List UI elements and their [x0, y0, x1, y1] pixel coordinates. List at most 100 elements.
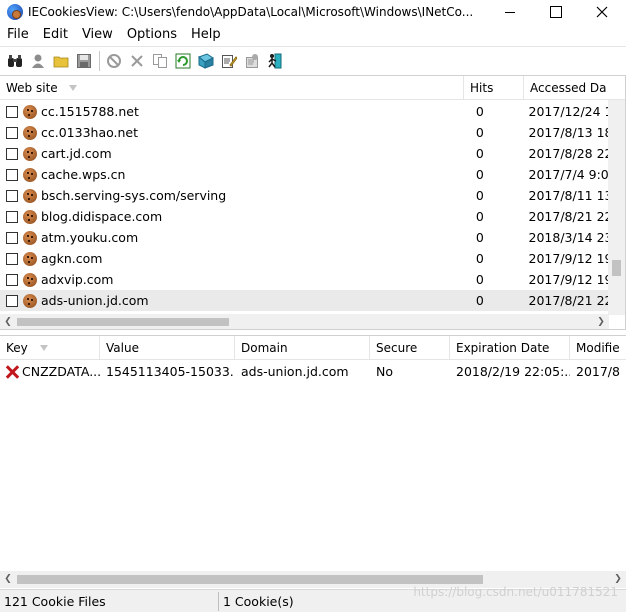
open-folder-button[interactable]	[50, 50, 72, 72]
row-checkbox[interactable]	[6, 231, 18, 244]
table-row[interactable]: cc.1515788.net 0 2017/12/24 1	[0, 101, 625, 122]
save-button[interactable]	[73, 50, 95, 72]
cookie-icon	[23, 125, 37, 140]
table-row[interactable]: cart.jd.com 0 2017/8/28 22	[0, 143, 625, 164]
cell-key: CNZZDATA...	[22, 364, 100, 379]
row-checkbox[interactable]	[6, 210, 18, 223]
table-row[interactable]: adxvip.com 0 2017/9/12 19	[0, 269, 625, 290]
exit-button[interactable]	[264, 50, 286, 72]
scroll-right-icon[interactable]: ❯	[593, 314, 609, 329]
cookie-icon	[23, 188, 37, 203]
column-header-label: Web site	[6, 81, 58, 95]
scrollbar-thumb[interactable]	[612, 260, 621, 276]
column-header-value[interactable]: Value	[100, 336, 235, 360]
cell-website: cart.jd.com	[41, 146, 112, 161]
cookie-details-list[interactable]: Key Value Domain Secure Expiration Date …	[0, 335, 626, 588]
cookie-icon	[23, 251, 37, 266]
menu-edit[interactable]: Edit	[36, 24, 75, 46]
table-row[interactable]: agkn.com 0 2017/9/12 19	[0, 248, 625, 269]
cell-website: ads-union.jd.com	[41, 293, 149, 308]
scroll-left-icon[interactable]: ❮	[0, 314, 16, 329]
cookie-icon	[23, 272, 37, 287]
menu-view[interactable]: View	[75, 24, 120, 46]
exit-icon	[268, 53, 282, 68]
block-icon	[107, 53, 121, 68]
column-header-hits[interactable]: Hits	[464, 76, 524, 100]
status-cookie-count: 121 Cookie Files	[0, 591, 219, 611]
table-row[interactable]: bsch.serving-sys.com/serving 0 2017/8/11…	[0, 185, 625, 206]
table-row-selected[interactable]: ads-union.jd.com 0 2017/8/21 22	[0, 290, 625, 311]
cell-website: agkn.com	[41, 251, 103, 266]
cell-domain: ads-union.jd.com	[241, 364, 349, 379]
minimize-button[interactable]	[487, 0, 533, 24]
row-checkbox[interactable]	[6, 168, 18, 181]
scroll-left-icon[interactable]: ❮	[0, 571, 16, 587]
column-header-label: Key	[6, 341, 28, 355]
column-header-accessed[interactable]: Accessed Da	[524, 76, 624, 100]
block-button[interactable]	[103, 50, 125, 72]
scrollbar-thumb[interactable]	[17, 575, 483, 584]
sort-indicator-icon	[67, 83, 79, 95]
toolbar-separator	[99, 50, 100, 71]
cell-secure: No	[376, 364, 393, 379]
app-icon	[7, 4, 23, 20]
close-button[interactable]	[579, 0, 625, 24]
title-bar: IECookiesView: C:\Users\fendo\AppData\Lo…	[0, 0, 626, 24]
cell-hits: 0	[475, 209, 484, 224]
sort-indicator-icon	[38, 343, 50, 355]
menu-help[interactable]: Help	[184, 24, 228, 46]
column-header-modified[interactable]: Modifie	[570, 336, 626, 360]
cookie-list[interactable]: Web site Hits Accessed Da cc.1515788.net…	[0, 75, 626, 330]
cookie-list-horizontal-scrollbar[interactable]: ❮ ❯	[0, 314, 609, 329]
cell-hits: 0	[475, 167, 484, 182]
open-cookie-button[interactable]	[195, 50, 217, 72]
menu-bar: File Edit View Options Help	[0, 24, 626, 46]
find-button[interactable]	[4, 50, 26, 72]
cookie-icon	[23, 293, 37, 308]
toolbar	[0, 46, 626, 74]
row-checkbox[interactable]	[6, 252, 18, 265]
user-button[interactable]	[27, 50, 49, 72]
column-header-key[interactable]: Key	[0, 336, 100, 360]
edit-button[interactable]	[218, 50, 240, 72]
menu-file[interactable]: File	[0, 24, 36, 46]
delete-icon	[131, 54, 143, 67]
column-header-domain[interactable]: Domain	[235, 336, 370, 360]
cookie-list-vertical-scrollbar[interactable]	[608, 100, 625, 315]
table-row[interactable]: blog.didispace.com 0 2017/8/21 22	[0, 206, 625, 227]
refresh-button[interactable]	[172, 50, 194, 72]
cookie-list-header: Web site Hits Accessed Da	[0, 76, 625, 100]
delete-button[interactable]	[126, 50, 148, 72]
cell-website: bsch.serving-sys.com/serving	[41, 188, 227, 203]
cell-hits: 0	[475, 146, 484, 161]
row-checkbox[interactable]	[6, 105, 18, 118]
cell-hits: 0	[475, 230, 484, 245]
window-title: IECookiesView: C:\Users\fendo\AppData\Lo…	[28, 5, 474, 19]
maximize-button[interactable]	[533, 0, 579, 24]
row-checkbox[interactable]	[6, 189, 18, 202]
cell-website: adxvip.com	[41, 272, 114, 287]
properties-button[interactable]	[241, 50, 263, 72]
open-cookie-icon	[198, 52, 214, 69]
scrollbar-thumb[interactable]	[17, 318, 229, 326]
details-list-header: Key Value Domain Secure Expiration Date …	[0, 336, 626, 360]
cell-hits: 0	[475, 125, 484, 140]
copy-button[interactable]	[149, 50, 171, 72]
cell-website: cache.wps.cn	[41, 167, 126, 182]
column-header-expiration[interactable]: Expiration Date	[450, 336, 570, 360]
cell-hits: 0	[475, 104, 484, 119]
row-checkbox[interactable]	[6, 147, 18, 160]
menu-options[interactable]: Options	[120, 24, 184, 46]
column-header-website[interactable]: Web site	[0, 76, 464, 100]
column-header-secure[interactable]: Secure	[370, 336, 450, 360]
cell-hits: 0	[475, 188, 484, 203]
table-row[interactable]: cache.wps.cn 0 2017/7/4 9:0	[0, 164, 625, 185]
row-checkbox[interactable]	[6, 294, 18, 307]
table-row[interactable]: atm.youku.com 0 2018/3/14 23	[0, 227, 625, 248]
row-checkbox[interactable]	[6, 126, 18, 139]
row-checkbox[interactable]	[6, 273, 18, 286]
watermark: https://blog.csdn.net/u011781521	[413, 585, 618, 599]
table-row[interactable]: CNZZDATA... 1545113405-15033... ads-unio…	[0, 361, 626, 382]
cookie-icon	[23, 209, 37, 224]
table-row[interactable]: cc.0133hao.net 0 2017/8/13 18	[0, 122, 625, 143]
